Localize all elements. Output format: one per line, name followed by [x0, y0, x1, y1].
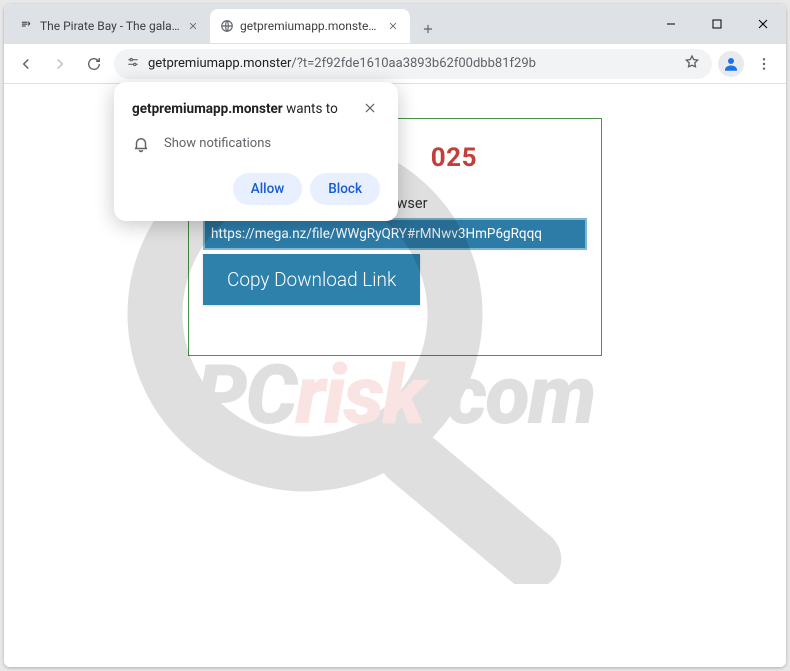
forward-button[interactable] [46, 50, 74, 78]
tab-2[interactable]: getpremiumapp.monster/?t=2f [210, 9, 410, 43]
site-settings-icon[interactable] [126, 55, 140, 73]
tab-2-close-icon[interactable] [386, 18, 400, 34]
profile-avatar[interactable] [718, 51, 744, 77]
url-value: https://mega.nz/file/WWgRyQRY#rMNwv3HmP6… [211, 226, 542, 242]
tab-1-title: The Pirate Bay - The galaxy's m [40, 19, 180, 33]
close-button[interactable] [740, 4, 786, 44]
block-button[interactable]: Block [310, 173, 380, 205]
permission-option-row: Show notifications [132, 135, 380, 153]
permission-title: getpremiumapp.monster wants to [132, 100, 338, 119]
window-controls [648, 4, 786, 43]
new-tab-button[interactable] [414, 15, 442, 43]
minimize-button[interactable] [648, 4, 694, 44]
title-bar: The Pirate Bay - The galaxy's m getpremi… [4, 4, 786, 44]
maximize-button[interactable] [694, 4, 740, 44]
permission-option-text: Show notifications [164, 136, 271, 151]
toolbar: getpremiumapp.monster/?t=2f92fde1610aa38… [4, 44, 786, 84]
tab-1-favicon [20, 18, 34, 34]
tab-1-close-icon[interactable] [186, 18, 200, 34]
allow-button[interactable]: Allow [233, 173, 303, 205]
bell-icon [132, 135, 150, 153]
kebab-menu-icon[interactable] [750, 50, 778, 78]
reload-button[interactable] [80, 50, 108, 78]
copy-download-link-button[interactable]: Copy Download Link [203, 254, 420, 305]
tab-2-title: getpremiumapp.monster/?t=2f [240, 19, 380, 33]
bookmark-star-icon[interactable] [684, 54, 700, 74]
permission-popup: getpremiumapp.monster wants to Show noti… [114, 82, 398, 221]
permission-close-icon[interactable] [360, 98, 380, 118]
tabs-area: The Pirate Bay - The galaxy's m getpremi… [4, 4, 648, 43]
back-button[interactable] [12, 50, 40, 78]
globe-icon [220, 18, 234, 34]
url-field[interactable]: https://mega.nz/file/WWgRyQRY#rMNwv3HmP6… [203, 218, 587, 250]
address-bar[interactable]: getpremiumapp.monster/?t=2f92fde1610aa38… [114, 49, 712, 79]
url-text: getpremiumapp.monster/?t=2f92fde1610aa38… [148, 56, 676, 71]
tab-1[interactable]: The Pirate Bay - The galaxy's m [10, 9, 210, 43]
